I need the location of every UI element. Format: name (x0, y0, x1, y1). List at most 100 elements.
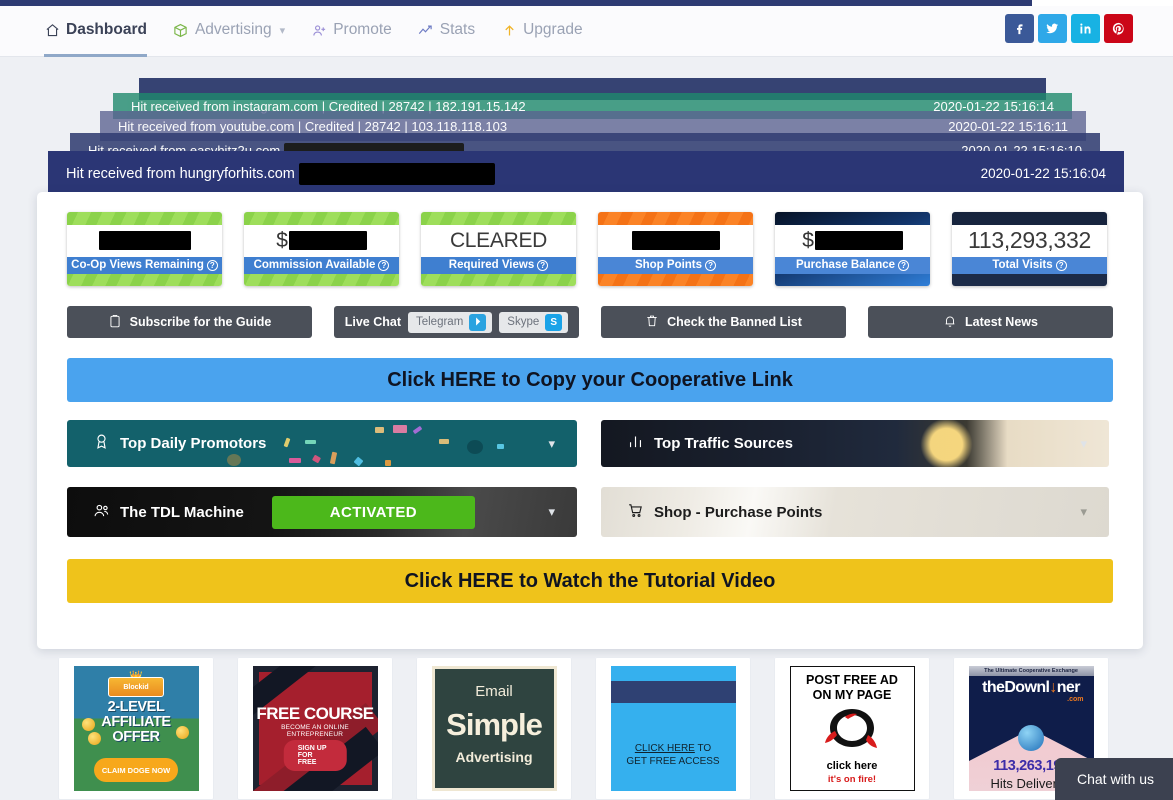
users-icon (93, 502, 110, 523)
linkedin-icon[interactable] (1071, 14, 1100, 43)
doge-affiliate-ad[interactable]: 👑 Blockid 2-LEVEL AFFILIATE OFFER CLAIM … (73, 666, 199, 791)
panel-tdl-machine[interactable]: The TDL Machine ACTIVATED ▾ (67, 487, 577, 537)
panel-shop-purchase-points[interactable]: Shop - Purchase Points ▾ (601, 487, 1109, 537)
ad-cell-2[interactable]: FREE COURSE BECOME AN ONLINE ENTREPRENEU… (237, 657, 393, 800)
live-chat-group: Live Chat Telegram ⏵ Skype S (334, 306, 579, 338)
stat-label: Co-Op Views Remaining (71, 259, 204, 271)
stat-tiles: Co-Op Views Remaining ? $ Commission Ava… (67, 212, 1113, 286)
stat-label: Shop Points (634, 259, 703, 271)
stat-label: Purchase Balance (795, 259, 896, 271)
free-affiliate-course-ad[interactable]: FREE AFFILIATE MARKETING COURSE CLICK HE… (610, 666, 736, 791)
ad-domain: .com (1067, 696, 1084, 703)
nav-label-advertising: Advertising (194, 21, 272, 38)
twitter-icon[interactable] (1038, 14, 1067, 43)
ad-brand-part2: ner (1056, 679, 1081, 696)
stat-tile-coop-views[interactable]: Co-Op Views Remaining ? (67, 212, 222, 286)
watch-tutorial-video-button[interactable]: Click HERE to Watch the Tutorial Video (67, 559, 1113, 603)
help-icon[interactable]: ? (378, 259, 390, 271)
panel-title: The TDL Machine (120, 503, 244, 521)
stat-label: Commission Available (253, 259, 376, 271)
panel-top-daily-promotors[interactable]: Top Daily Promotors ▾ (67, 420, 577, 467)
chevron-down-icon[interactable]: ▾ (1080, 436, 1087, 452)
globe-icon (1018, 725, 1044, 751)
ad-line-3: COURSE (611, 711, 736, 726)
ad-headline: FREE COURSE (256, 704, 374, 723)
skype-label: Skype (507, 316, 540, 328)
panel-top-traffic-sources[interactable]: Top Traffic Sources ▾ (601, 420, 1109, 467)
chat-widget-button[interactable]: Chat with us (1055, 758, 1173, 800)
ad-cta-button[interactable]: CLAIM DOGE NOW (94, 758, 178, 782)
telegram-chat-button[interactable]: Telegram ⏵ (407, 311, 493, 333)
copy-cooperative-link-button[interactable]: Click HERE to Copy your Cooperative Link (67, 358, 1113, 402)
redaction-bar (814, 231, 903, 250)
toast-5[interactable]: Hit received from hungryforhits.com 2020… (48, 151, 1124, 196)
ad-cell-4[interactable]: FREE AFFILIATE MARKETING COURSE CLICK HE… (595, 657, 751, 800)
ad-line-3: Advertising (455, 749, 533, 765)
stat-value (598, 224, 753, 257)
skype-chat-button[interactable]: Skype S (499, 311, 569, 333)
ad-cta-button[interactable]: SIGN UP FOR FREE (283, 740, 347, 771)
nav-label-stats: Stats (439, 21, 476, 38)
ad-cell-1[interactable]: 👑 Blockid 2-LEVEL AFFILIATE OFFER CLAIM … (58, 657, 214, 800)
ad-line-4[interactable]: CLICK HERE (635, 743, 695, 754)
currency-prefix: $ (276, 228, 288, 252)
stat-label-wrap: Required Views ? (421, 256, 576, 274)
ad-line-4: it's on fire! (827, 774, 877, 785)
nav-item-upgrade[interactable]: Upgrade (501, 0, 583, 57)
redaction-bar (298, 162, 495, 185)
trending-up-icon (418, 22, 434, 38)
ad-headline: FREE AFFILIATE MARKETING COURSE (610, 681, 736, 703)
panel-title: Top Daily Promotors (120, 435, 267, 452)
help-icon[interactable]: ? (1055, 259, 1067, 271)
help-icon[interactable]: ? (537, 259, 549, 271)
chevron-down-icon[interactable]: ▾ (548, 436, 555, 452)
nav-item-advertising[interactable]: Advertising ▾ (173, 0, 285, 57)
tdl-activated-badge[interactable]: ACTIVATED (271, 495, 475, 529)
stat-label-wrap: Commission Available ? (244, 256, 399, 274)
post-free-ad[interactable]: POST FREE AD ON MY PAGE click here it's … (789, 666, 915, 791)
nav-item-promote[interactable]: Promote (311, 0, 392, 57)
nav-item-dashboard[interactable]: Dashboard (44, 0, 147, 57)
stat-value: CLEARED (421, 224, 576, 257)
ad-subtitle: BECOME AN ONLINE ENTREPRENEUR (281, 724, 349, 738)
help-icon[interactable]: ? (206, 259, 218, 271)
stat-value: $ (244, 224, 399, 257)
free-course-ad[interactable]: FREE COURSE BECOME AN ONLINE ENTREPRENEU… (252, 666, 378, 791)
subscribe-guide-button[interactable]: Subscribe for the Guide (67, 306, 312, 338)
banned-list-label: Check the Banned List (667, 315, 802, 329)
latest-news-button[interactable]: Latest News (868, 306, 1113, 338)
stat-tile-required-views[interactable]: CLEARED Required Views ? (421, 212, 576, 286)
cart-icon (627, 502, 644, 523)
stat-tile-commission[interactable]: $ Commission Available ? (244, 212, 399, 286)
stat-label-wrap: Total Visits ? (952, 256, 1107, 274)
banned-list-button[interactable]: Check the Banned List (601, 306, 846, 338)
ad-cell-5[interactable]: POST FREE AD ON MY PAGE click here it's … (774, 657, 930, 800)
panel-row-1: Top Daily Promotors ▾ Top Traffic Source… (67, 420, 1113, 467)
email-simple-advertising-ad[interactable]: Email Simple Advertising (431, 666, 557, 791)
skype-icon: S (545, 313, 563, 331)
facebook-icon[interactable] (1005, 14, 1034, 43)
ad-line-4b: TO (694, 743, 712, 754)
ad-cell-3[interactable]: Email Simple Advertising (416, 657, 572, 800)
stat-tile-shop-points[interactable]: Shop Points ? (598, 212, 753, 286)
telegram-icon: ⏵ (469, 313, 487, 331)
nav-item-stats[interactable]: Stats (418, 0, 475, 57)
help-icon[interactable]: ? (898, 259, 910, 271)
stat-tile-purchase-balance[interactable]: $ Purchase Balance ? (775, 212, 930, 286)
chevron-down-icon[interactable]: ▾ (1080, 504, 1087, 520)
ad-tagline: The Ultimate Cooperative Exchange (968, 666, 1094, 676)
stat-tile-total-visits[interactable]: 113,293,332 Total Visits ? (952, 212, 1107, 286)
help-icon[interactable]: ? (705, 259, 717, 271)
social-links (1005, 14, 1133, 43)
arrow-up-icon (501, 22, 517, 38)
ad-line-3: OFFER (112, 729, 160, 745)
ad-line-2: Simple (446, 707, 543, 742)
panel-title-wrap: The TDL Machine (93, 502, 244, 523)
pinterest-icon[interactable] (1104, 14, 1133, 43)
panel-title-wrap: Top Daily Promotors (93, 433, 266, 454)
ad-line-2: AFFILIATE (101, 714, 171, 730)
ad-line-1: Email (475, 683, 513, 700)
ad-line-2: MARKETING (611, 696, 736, 711)
chevron-down-icon[interactable]: ▾ (548, 504, 555, 520)
stat-label: Total Visits (992, 259, 1053, 271)
